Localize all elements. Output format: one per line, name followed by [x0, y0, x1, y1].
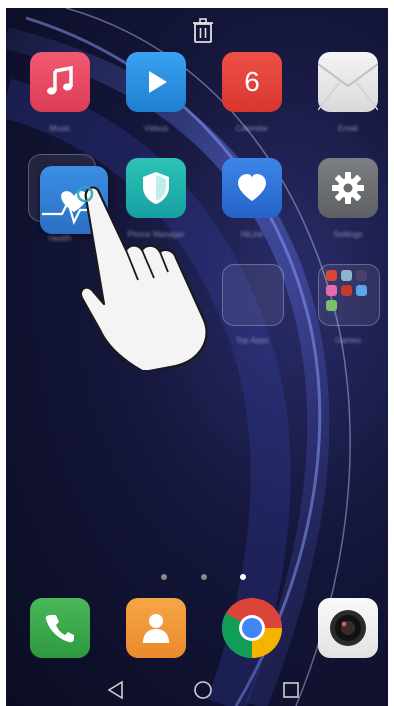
game-thumb — [341, 285, 352, 296]
game-thumb — [341, 270, 352, 281]
phone-app[interactable] — [30, 598, 90, 658]
top-apps-folder[interactable] — [222, 264, 284, 326]
email-app[interactable] — [318, 52, 378, 112]
videos-app[interactable] — [126, 52, 186, 112]
hilink-app[interactable] — [222, 158, 282, 218]
music-note-icon — [47, 65, 73, 95]
music-label: Music — [49, 124, 71, 133]
recents-icon[interactable] — [281, 680, 301, 700]
game-thumb — [356, 285, 367, 296]
person-icon — [143, 614, 169, 643]
music-app[interactable] — [30, 52, 90, 112]
page-indicator-dot — [161, 574, 167, 580]
calendar-app[interactable]: 6 — [222, 52, 282, 112]
gear-icon — [332, 172, 364, 204]
top-apps-label: Top Apps — [235, 336, 269, 345]
hilink-label: HiLink — [240, 230, 264, 239]
page-indicator-dot-active — [240, 574, 246, 580]
phone-icon — [45, 615, 74, 643]
videos-label: Videos — [143, 124, 169, 133]
settings-label: Settings — [333, 230, 363, 239]
chrome-icon[interactable] — [220, 596, 284, 660]
camera-lens-icon — [330, 610, 366, 646]
game-thumb — [326, 285, 337, 296]
game-thumb — [326, 300, 337, 311]
calendar-day: 6 — [244, 66, 260, 97]
camera-app[interactable] — [318, 598, 378, 658]
envelope-icon — [318, 63, 378, 111]
heart-icon — [238, 174, 266, 201]
settings-app[interactable] — [318, 158, 378, 218]
email-label: Email — [337, 124, 358, 133]
calendar-label: Calendar — [235, 124, 269, 133]
home-icon[interactable] — [193, 680, 213, 700]
hand-pointer-icon — [76, 185, 208, 370]
games-folder[interactable] — [318, 264, 380, 326]
page-indicator-dot — [201, 574, 207, 580]
game-thumb — [356, 270, 367, 281]
play-icon — [149, 71, 167, 93]
home-screen: Music Videos 6 Calendar Email Health Pho… — [6, 8, 388, 706]
game-thumb — [326, 270, 337, 281]
trash-icon[interactable] — [192, 18, 214, 44]
contacts-app[interactable] — [126, 598, 186, 658]
games-label: Games — [335, 336, 361, 345]
back-icon[interactable] — [106, 680, 126, 700]
